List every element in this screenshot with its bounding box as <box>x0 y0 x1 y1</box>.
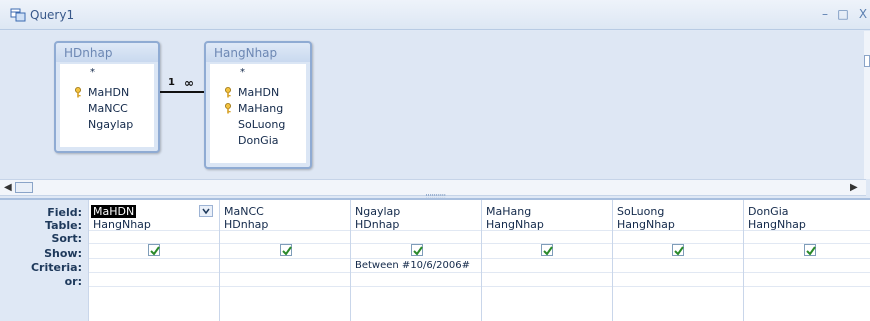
field-item[interactable]: SoLuong <box>238 118 285 131</box>
field-item[interactable]: Ngaylap <box>88 118 133 131</box>
key-icon <box>75 87 81 98</box>
table-cell[interactable]: HDnhap <box>224 218 268 231</box>
checkmark-icon <box>543 246 553 256</box>
field-cell[interactable]: MaHDN <box>91 205 137 218</box>
field-cell[interactable]: SoLuong <box>617 205 664 218</box>
table-title[interactable]: HDnhap <box>56 43 158 62</box>
field-list: * MaHDN MaNCC Ngaylap <box>60 64 154 147</box>
scroll-thumb[interactable] <box>864 55 870 67</box>
checkmark-icon <box>282 246 292 256</box>
grid-column[interactable]: Ngaylap HDnhap Between #10/6/2006# <box>350 200 481 321</box>
checkmark-icon <box>674 246 684 256</box>
table-box-hangnhap[interactable]: HangNhap * MaHDN MaHang SoLuong DonGia <box>204 41 312 169</box>
show-checkbox[interactable] <box>804 244 816 256</box>
grid-column[interactable]: MaHang HangNhap <box>481 200 612 321</box>
all-fields-star[interactable]: * <box>90 67 95 78</box>
checkmark-icon <box>150 246 160 256</box>
scroll-right-icon[interactable]: ▶ <box>850 182 858 193</box>
checkmark-icon <box>413 246 423 256</box>
field-cell[interactable]: DonGia <box>748 205 789 218</box>
field-item[interactable]: MaHDN <box>238 86 279 99</box>
table-pane: HDnhap * MaHDN MaNCC Ngaylap 1 ∞ HangNha… <box>0 31 866 179</box>
query-icon <box>10 8 26 22</box>
field-item[interactable]: DonGia <box>238 134 279 147</box>
vertical-scrollbar[interactable] <box>864 31 870 179</box>
table-title[interactable]: HangNhap <box>206 43 310 62</box>
key-icon <box>225 87 231 98</box>
relationship-one-label: 1 <box>168 77 175 88</box>
show-checkbox[interactable] <box>280 244 292 256</box>
scroll-thumb[interactable] <box>15 182 33 193</box>
field-cell[interactable]: MaNCC <box>224 205 264 218</box>
window-title: Query1 <box>30 8 75 22</box>
row-label-field: Field: <box>47 206 82 219</box>
show-checkbox[interactable] <box>411 244 423 256</box>
close-button[interactable]: X <box>856 7 870 21</box>
relationship-line[interactable] <box>160 91 204 93</box>
row-label-show: Show: <box>44 247 82 260</box>
query-window: Query1 – □ X HDnhap * MaHDN MaNCC Ngayla… <box>0 0 870 321</box>
field-item[interactable]: MaHang <box>238 102 283 115</box>
checkmark-icon <box>806 246 816 256</box>
scroll-left-icon[interactable]: ◀ <box>4 182 12 193</box>
key-icon <box>225 103 231 114</box>
row-labels: Field: Table: Sort: Show: Criteria: or: <box>0 200 88 321</box>
row-label-criteria: Criteria: <box>30 261 82 274</box>
table-cell[interactable]: HangNhap <box>748 218 806 231</box>
table-cell[interactable]: HangNhap <box>486 218 544 231</box>
design-grid: Field: Table: Sort: Show: Criteria: or: … <box>0 198 870 321</box>
field-cell[interactable]: Ngaylap <box>355 205 400 218</box>
row-label-or: or: <box>64 275 82 288</box>
maximize-button[interactable]: □ <box>836 7 850 21</box>
table-box-hdnhap[interactable]: HDnhap * MaHDN MaNCC Ngaylap <box>54 41 160 153</box>
grid-column[interactable]: DonGia HangNhap <box>743 200 870 321</box>
chevron-down-icon <box>202 208 210 215</box>
grid-column[interactable]: MaHDN HangNhap <box>88 200 219 321</box>
field-item[interactable]: MaNCC <box>88 102 128 115</box>
table-cell[interactable]: HangNhap <box>617 218 675 231</box>
field-item[interactable]: MaHDN <box>88 86 129 99</box>
show-checkbox[interactable] <box>541 244 553 256</box>
field-dropdown[interactable] <box>199 205 213 217</box>
all-fields-star[interactable]: * <box>240 67 245 78</box>
criteria-cell[interactable]: Between #10/6/2006# <box>355 260 470 271</box>
show-checkbox[interactable] <box>672 244 684 256</box>
row-label-table: Table: <box>44 219 82 232</box>
grid-column[interactable]: MaNCC HDnhap <box>219 200 350 321</box>
title-bar: Query1 – □ X <box>0 0 870 30</box>
row-label-sort: Sort: <box>51 232 82 245</box>
grid-column[interactable]: SoLuong HangNhap <box>612 200 743 321</box>
field-list: * MaHDN MaHang SoLuong DonGia <box>210 64 306 163</box>
table-cell[interactable]: HangNhap <box>93 218 151 231</box>
minimize-button[interactable]: – <box>818 7 832 21</box>
show-checkbox[interactable] <box>148 244 160 256</box>
field-cell[interactable]: MaHang <box>486 205 531 218</box>
table-cell[interactable]: HDnhap <box>355 218 399 231</box>
relationship-many-label: ∞ <box>184 76 194 90</box>
